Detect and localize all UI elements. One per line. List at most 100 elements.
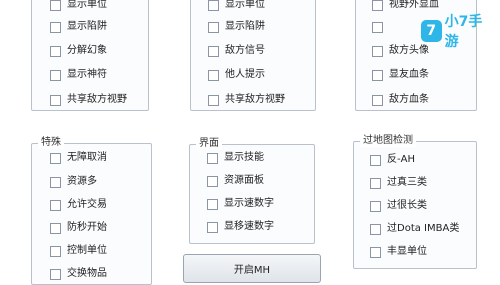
checkbox-label: 分解幻象 — [67, 45, 107, 56]
checkbox-label: 显示速数字 — [224, 198, 274, 209]
checkbox-row[interactable]: 他人提示 — [208, 68, 265, 82]
checkbox[interactable] — [50, 152, 61, 164]
top-left-panel: 显示单位 显示陷阱 分解幻象 显示神符 共享敌方视野 — [31, 0, 149, 111]
checkbox-label: 显示陷阱 — [225, 21, 265, 32]
checkbox-row[interactable] — [372, 20, 389, 34]
checkbox-row[interactable]: 过真三类 — [370, 176, 427, 190]
watermark-logo-icon: 7 — [421, 20, 442, 42]
checkbox-row[interactable]: 敌方头像 — [372, 44, 429, 58]
checkbox-row[interactable]: 分解幻象 — [50, 44, 107, 58]
checkbox[interactable] — [50, 21, 61, 33]
checkbox-row[interactable]: 无障取消 — [50, 151, 107, 165]
checkbox[interactable] — [50, 199, 61, 211]
interface-panel-title: 界面 — [196, 138, 222, 150]
checkbox-row[interactable]: 资源面板 — [207, 174, 264, 188]
checkbox[interactable] — [208, 21, 219, 33]
checkbox-label: 控制单位 — [67, 245, 107, 256]
checkbox-label: 显示陷阱 — [67, 21, 107, 32]
checkbox-row[interactable]: 控制单位 — [50, 244, 107, 258]
map-detect-panel: 过地图检测 反-AH 过真三类 过很长类 过Dota IMBA类 丰显单位 — [353, 135, 477, 269]
checkbox-row[interactable]: 显示速数字 — [207, 197, 274, 211]
interface-panel: 界面 显示技能 资源面板 显示速数字 显移速数字 — [189, 138, 315, 244]
checkbox[interactable] — [372, 45, 383, 57]
checkbox-row[interactable]: 过很长类 — [370, 199, 427, 213]
checkbox[interactable] — [207, 152, 218, 164]
checkbox-label: 共享敌方视野 — [225, 94, 285, 105]
special-panel-title: 特殊 — [38, 137, 64, 149]
checkbox-row[interactable]: 过Dota IMBA类 — [370, 222, 459, 236]
checkbox[interactable] — [50, 176, 61, 188]
start-mh-button[interactable]: 开启MH — [183, 254, 321, 283]
checkbox-label: 交换物品 — [67, 268, 107, 279]
checkbox[interactable] — [372, 69, 383, 81]
checkbox-row[interactable]: 共享敌方视野 — [208, 93, 285, 107]
checkbox-row[interactable]: 允许交易 — [50, 198, 107, 212]
checkbox-row[interactable]: 显示技能 — [207, 151, 264, 165]
checkbox-label: 敌方信号 — [225, 45, 265, 56]
checkbox[interactable] — [50, 268, 61, 280]
checkbox-label: 过真三类 — [387, 177, 427, 188]
checkbox-label: 显友血条 — [389, 69, 429, 80]
checkbox-label: 资源多 — [67, 176, 97, 187]
watermark-text: 小7手游 — [444, 14, 483, 50]
checkbox-label: 丰显单位 — [387, 246, 427, 257]
checkbox-row[interactable]: 显示单位 — [50, 0, 107, 12]
checkbox-row[interactable]: 显示陷阱 — [208, 20, 265, 34]
checkbox[interactable] — [207, 221, 218, 233]
checkbox[interactable] — [208, 45, 219, 57]
checkbox[interactable] — [50, 45, 61, 57]
checkbox-label: 资源面板 — [224, 175, 264, 186]
checkbox-label: 显示神符 — [67, 69, 107, 80]
special-panel: 特殊 无障取消 资源多 允许交易 防秒开始 控制单位 交换物品 — [31, 137, 152, 285]
checkbox[interactable] — [50, 245, 61, 257]
checkbox-label: 过很长类 — [387, 200, 427, 211]
checkbox-row[interactable]: 共享敌方视野 — [50, 93, 127, 107]
checkbox[interactable] — [50, 0, 61, 11]
checkbox[interactable] — [370, 200, 381, 212]
checkbox[interactable] — [370, 246, 381, 258]
checkbox-row[interactable]: 丰显单位 — [370, 245, 427, 259]
checkbox-label: 共享敌方视野 — [67, 94, 127, 105]
checkbox[interactable] — [208, 94, 219, 106]
checkbox-row[interactable]: 显示单位 — [208, 0, 265, 12]
checkbox-label: 过Dota IMBA类 — [387, 223, 460, 234]
checkbox-row[interactable]: 显示神符 — [50, 68, 107, 82]
checkbox[interactable] — [370, 177, 381, 189]
checkbox[interactable] — [50, 222, 61, 234]
checkbox[interactable] — [50, 94, 61, 106]
checkbox-label: 他人提示 — [225, 69, 265, 80]
checkbox-row[interactable]: 视野外显血 — [372, 0, 439, 12]
checkbox-label: 显示单位 — [67, 0, 107, 10]
checkbox-label: 敌方血条 — [389, 94, 429, 105]
checkbox-label: 防秒开始 — [67, 222, 107, 233]
checkbox-row[interactable]: 敌方血条 — [372, 93, 429, 107]
checkbox[interactable] — [207, 175, 218, 187]
checkbox-row[interactable]: 显友血条 — [372, 68, 429, 82]
checkbox[interactable] — [372, 0, 383, 11]
checkbox-row[interactable]: 反-AH — [370, 153, 415, 167]
checkbox[interactable] — [208, 69, 219, 81]
map-detect-panel-title: 过地图检测 — [360, 135, 416, 147]
top-middle-panel: 显示单位 显示陷阱 敌方信号 他人提示 共享敌方视野 — [190, 0, 316, 111]
checkbox-label: 视野外显血 — [389, 0, 439, 10]
checkbox[interactable] — [372, 94, 383, 106]
checkbox-row[interactable]: 敌方信号 — [208, 44, 265, 58]
checkbox[interactable] — [370, 154, 381, 166]
checkbox[interactable] — [372, 21, 383, 33]
checkbox[interactable] — [370, 223, 381, 235]
checkbox-label: 无障取消 — [67, 152, 107, 163]
checkbox-row[interactable]: 显示陷阱 — [50, 20, 107, 34]
checkbox-label: 显示单位 — [225, 0, 265, 10]
watermark-badge: 7 小7手游 — [421, 14, 493, 50]
checkbox-label: 显示技能 — [224, 152, 264, 163]
checkbox[interactable] — [208, 0, 219, 11]
checkbox-row[interactable]: 防秒开始 — [50, 221, 107, 235]
checkbox-label: 敌方头像 — [389, 45, 429, 56]
checkbox-row[interactable]: 资源多 — [50, 175, 97, 189]
checkbox[interactable] — [207, 198, 218, 210]
checkbox[interactable] — [50, 69, 61, 81]
checkbox-label: 反-AH — [387, 154, 415, 165]
checkbox-row[interactable]: 显移速数字 — [207, 220, 274, 234]
checkbox-label: 允许交易 — [67, 199, 107, 210]
checkbox-row[interactable]: 交换物品 — [50, 267, 107, 281]
